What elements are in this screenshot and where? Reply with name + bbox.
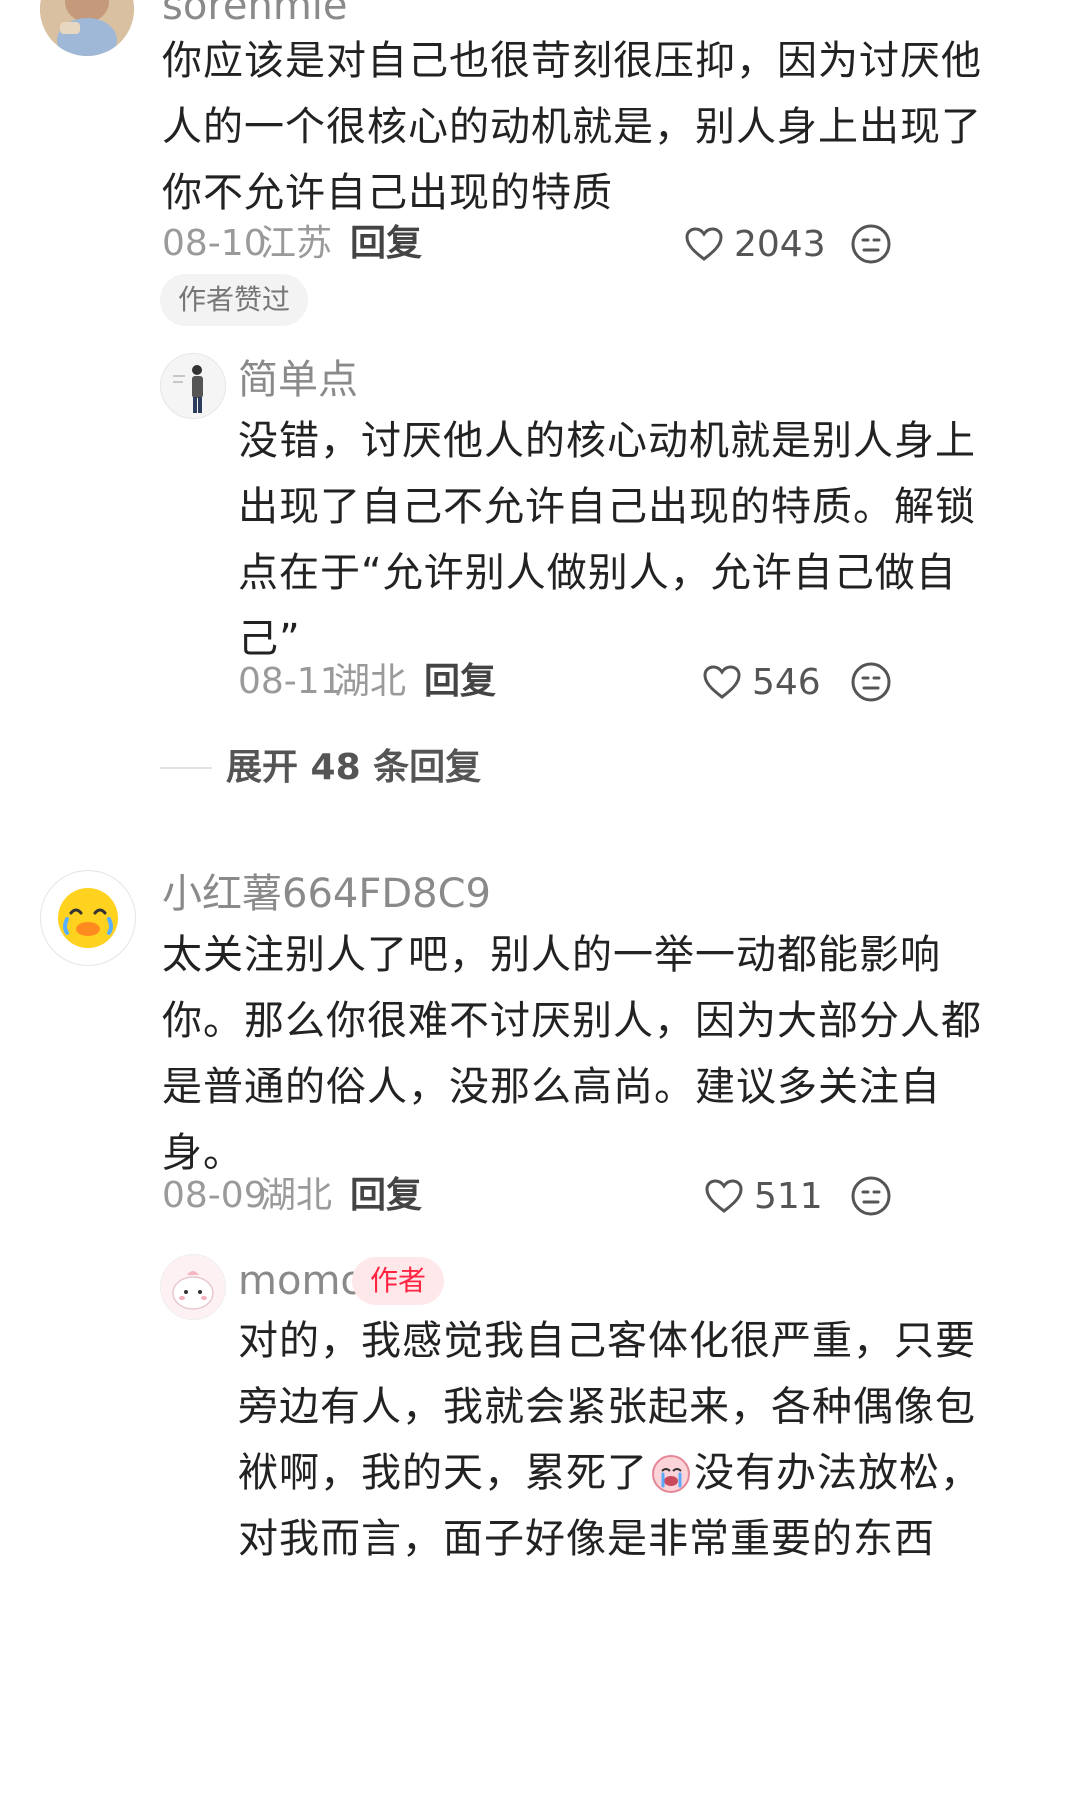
more-options-icon[interactable] (849, 1174, 893, 1218)
expand-divider (160, 767, 212, 769)
comment-text: 太关注别人了吧，别人的一举一动都能影响 你。那么你很难不讨厌别人，因为大部分人都… (162, 922, 982, 1186)
expand-replies-button[interactable]: 展开 48 条回复 (226, 746, 481, 790)
like-button[interactable]: 511 (704, 1171, 823, 1221)
reply-button[interactable]: 回复 (350, 1174, 422, 1218)
avatar[interactable] (160, 1254, 226, 1320)
comment-username[interactable]: 小红薯664FD8C9 (162, 870, 491, 918)
reply-line: 对我而言，面子好像是非常重要的东西 (238, 1516, 935, 1562)
comment-line: 你。那么你很难不讨厌别人，因为大部分人都 (162, 998, 982, 1044)
more-options-icon[interactable] (849, 222, 893, 266)
reply-line-segment: 没有办法放松， (694, 1450, 981, 1496)
comment-date: 08-09 (162, 1175, 267, 1216)
crying-face-icon (650, 1448, 692, 1493)
author-badge: 作者 (352, 1257, 445, 1305)
heart-icon (684, 226, 724, 262)
avatar[interactable] (40, 870, 136, 966)
heart-icon (704, 1178, 744, 1214)
reply-date: 08-11 (238, 661, 343, 702)
reply-username[interactable]: 简单点 (238, 356, 358, 404)
like-count: 2043 (734, 223, 826, 265)
reply-line: 对的，我感觉我自己客体化很严重，只要 (238, 1318, 976, 1364)
comment-line: 你不允许自己出现的特质 (162, 170, 613, 216)
reply-line: 旁边有人，我就会紧张起来，各种偶像包 (238, 1384, 976, 1430)
reply-line-with-emoji: 袱啊，我的天，累死了 没有办法放松， (238, 1440, 981, 1506)
reply-line-segment: 袱啊，我的天，累死了 (238, 1450, 648, 1496)
like-button[interactable]: 546 (702, 657, 821, 707)
comment-line: 是普通的俗人，没那么高尚。建议多关注自 (162, 1064, 941, 1110)
like-count: 546 (752, 661, 821, 703)
comment-text: 你应该是对自己也很苛刻很压抑，因为讨厌他 人的一个很核心的动机就是，别人身上出现… (162, 28, 982, 226)
avatar[interactable] (160, 353, 226, 419)
like-count: 511 (754, 1175, 823, 1217)
comment-line: 你应该是对自己也很苛刻很压抑，因为讨厌他 (162, 38, 982, 84)
reply-line: 没错，讨厌他人的核心动机就是别人身上 (238, 418, 976, 464)
reply-button[interactable]: 回复 (424, 660, 496, 704)
comment-location: 湖北 (260, 1175, 333, 1216)
reply-line: 点在于“允许别人做别人，允许自己做自 (238, 550, 957, 596)
reply-location: 湖北 (334, 661, 407, 702)
more-options-icon[interactable] (849, 660, 893, 704)
comment-username[interactable]: sorenmie (162, 0, 348, 30)
like-button[interactable]: 2043 (684, 219, 826, 269)
reply-text: 对的，我感觉我自己客体化很严重，只要 旁边有人，我就会紧张起来，各种偶像包 袱啊… (238, 1308, 981, 1572)
comment-line: 人的一个很核心的动机就是，别人身上出现了 (162, 104, 982, 150)
reply-text: 没错，讨厌他人的核心动机就是别人身上 出现了自己不允许自己出现的特质。解锁 点在… (238, 408, 976, 672)
comment-date: 08-10 (162, 223, 267, 264)
comment-location: 江苏 (260, 223, 333, 264)
reply-button[interactable]: 回复 (350, 222, 422, 266)
avatar[interactable] (40, 0, 134, 56)
reply-line: 出现了自己不允许自己出现的特质。解锁 (238, 484, 976, 530)
heart-icon (702, 664, 742, 700)
comment-line: 太关注别人了吧，别人的一举一动都能影响 (162, 932, 941, 978)
reply-username[interactable]: momo (238, 1257, 365, 1305)
author-liked-badge: 作者赞过 (160, 274, 309, 326)
